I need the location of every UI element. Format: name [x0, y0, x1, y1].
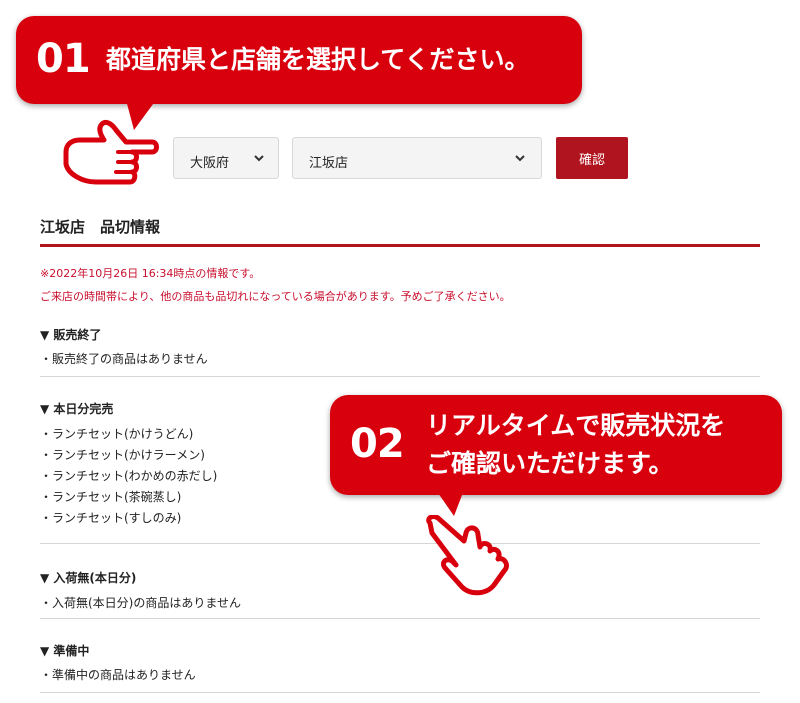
section-heading-sold-out-ended: ▼ 販売終了	[40, 328, 102, 342]
section-divider	[40, 692, 760, 693]
list-item: ・入荷無(本日分)の商品はありません	[40, 596, 242, 610]
list-item: ・ランチセット(かけうどん)	[40, 427, 194, 441]
list-item: ・ランチセット(すしのみ)	[40, 511, 182, 525]
pointing-hand-icon	[63, 119, 159, 185]
section-heading-sold-out-today: ▼ 本日分完売	[40, 402, 114, 416]
callout-step-message: 都道府県と店舗を選択してください。	[106, 45, 530, 74]
callout-step-02: 02 リアルタイムで販売状況を ご確認いただけます。	[330, 395, 782, 495]
chevron-down-icon	[254, 155, 264, 162]
section-divider	[40, 543, 760, 544]
store-select[interactable]: 江坂店	[292, 137, 542, 179]
page-title: 江坂店 品切情報	[40, 218, 161, 236]
store-select-value: 江坂店	[309, 156, 349, 171]
title-divider	[40, 244, 760, 247]
callout-step-message-line1: リアルタイムで販売状況を	[426, 411, 726, 440]
pointing-hand-icon	[426, 515, 509, 596]
list-item: ・準備中の商品はありません	[40, 668, 196, 682]
list-item: ・ランチセット(わかめの赤だし)	[40, 469, 218, 483]
callout-step-number: 01	[36, 36, 91, 82]
prefecture-select[interactable]: 大阪府	[173, 137, 279, 179]
prefecture-select-value: 大阪府	[190, 156, 230, 171]
list-item: ・ランチセット(かけラーメン)	[40, 448, 205, 462]
chevron-down-icon	[515, 155, 525, 162]
list-item: ・ランチセット(茶碗蒸し)	[40, 490, 182, 504]
list-item: ・販売終了の商品はありません	[40, 352, 208, 366]
notice-timestamp: ※2022年10月26日 16:34時点の情報です。	[40, 267, 261, 280]
section-heading-preparing: ▼ 準備中	[40, 644, 90, 658]
callout-step-message-line2: ご確認いただけます。	[426, 449, 674, 478]
callout-step-number: 02	[350, 421, 405, 467]
confirm-button[interactable]: 確認	[556, 137, 628, 179]
notice-disclaimer: ご来店の時間帯により、他の商品も品切れになっている場合があります。予めご了承くだ…	[40, 290, 511, 303]
section-divider	[40, 618, 760, 619]
section-divider	[40, 376, 760, 377]
callout-step-01: 01 都道府県と店舗を選択してください。	[16, 16, 582, 104]
section-heading-no-stock-today: ▼ 入荷無(本日分)	[40, 571, 137, 585]
